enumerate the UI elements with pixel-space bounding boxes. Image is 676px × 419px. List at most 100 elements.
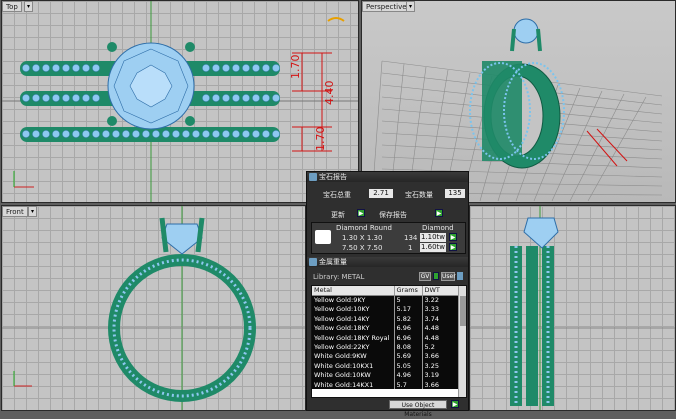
metal-row[interactable]: Yellow Gold:18KY 6.96 4.48 xyxy=(312,323,460,333)
metal-cell-dwt: 3.33 xyxy=(422,304,460,315)
accent-stone xyxy=(212,130,220,138)
gem-count-value: 135 xyxy=(445,189,465,198)
metal-table-scrollbar[interactable] xyxy=(458,286,466,397)
dim-1: 1.70 xyxy=(289,55,302,80)
diamond-icon xyxy=(315,230,331,244)
accent-stone xyxy=(252,94,260,102)
metal-row[interactable]: White Gold:10KW 4.96 3.19 xyxy=(312,370,460,380)
metal-row[interactable]: White Gold:14KX1 5.7 3.66 xyxy=(312,379,460,390)
accent-stone xyxy=(242,94,250,102)
diamond-size: 7.50 X 7.50 xyxy=(342,244,383,252)
metal-cell-dwt: 3.19 xyxy=(422,370,460,380)
viewport-label-top[interactable]: Top xyxy=(2,1,22,12)
metal-cell-grams: 5.17 xyxy=(394,304,423,315)
metal-cell-grams: 5.7 xyxy=(394,379,423,390)
chevron-down-icon[interactable]: ▾ xyxy=(24,1,33,12)
accent-stone xyxy=(82,130,90,138)
metal-cell-dwt: 4.48 xyxy=(422,323,460,333)
metal-icon xyxy=(309,258,317,266)
accent-stone xyxy=(52,94,60,102)
accent-stone xyxy=(222,64,230,72)
grams-col-header[interactable]: Grams xyxy=(394,286,423,296)
accent-stone xyxy=(122,130,130,138)
accent-stone xyxy=(22,94,30,102)
use-object-materials-go[interactable]: ▶ xyxy=(451,400,459,408)
gem-total-weight-value: 2.71 xyxy=(369,189,393,198)
prong xyxy=(107,116,117,126)
viewport-label-front[interactable]: Front xyxy=(2,206,28,217)
accent-stone xyxy=(92,64,100,72)
accent-stone xyxy=(32,130,40,138)
user-toggle[interactable] xyxy=(457,272,463,280)
accent-stone xyxy=(52,130,60,138)
accent-stone xyxy=(72,64,80,72)
accent-stone xyxy=(162,130,170,138)
gem-report-panel: 宝石报告 宝石总重 2.71 宝石数量 135 更新 ▶ 保存报告 ▶ Diam… xyxy=(306,171,469,418)
accent-stone xyxy=(92,130,100,138)
accent-stone xyxy=(192,130,200,138)
dwt-col-header[interactable]: DWT xyxy=(422,286,460,296)
diamond-weight: 1.10tw xyxy=(420,233,446,242)
metal-cell-grams: 5.05 xyxy=(394,361,423,371)
viewport-label-perspective[interactable]: Perspective xyxy=(362,1,411,12)
accent-stone xyxy=(262,130,270,138)
chevron-down-icon[interactable]: ▾ xyxy=(28,206,37,217)
gv-button[interactable]: GV xyxy=(419,272,431,281)
metal-cell-metal: White Gold:9KW xyxy=(312,351,395,362)
accent-stone xyxy=(32,94,40,102)
viewport-front[interactable]: Front ▾ xyxy=(1,205,306,411)
diamond-size: 1.30 X 1.30 xyxy=(342,234,383,242)
metal-cell-grams: 6.96 xyxy=(394,332,423,343)
metal-table: Metal Grams DWT Yellow Gold:9KY 5 3.22 Yell… xyxy=(311,285,467,398)
save-report-button[interactable]: ▶ xyxy=(435,209,443,217)
metal-row[interactable]: Yellow Gold:22KY 8.08 5.2 xyxy=(312,342,460,352)
chevron-down-icon[interactable]: ▾ xyxy=(406,1,415,12)
accent-stone xyxy=(62,130,70,138)
accent-stone xyxy=(112,130,120,138)
diamond-row-button[interactable]: ▶ xyxy=(449,233,457,241)
center-diamond-side xyxy=(523,217,559,249)
update-button[interactable]: ▶ xyxy=(357,209,365,217)
metal-cell-dwt: 3.25 xyxy=(422,361,460,371)
accent-stone xyxy=(92,94,100,102)
user-button[interactable]: User xyxy=(441,272,456,281)
accent-stone xyxy=(222,94,230,102)
metal-row[interactable]: Yellow Gold:9KY 5 3.22 xyxy=(312,295,460,305)
diamond-row-button[interactable]: ▶ xyxy=(449,243,457,251)
metal-cell-dwt: 5.2 xyxy=(422,342,460,352)
scrollbar-thumb[interactable] xyxy=(460,296,466,326)
prong xyxy=(185,42,195,52)
metal-cell-metal: Yellow Gold:18KY Royal xyxy=(312,332,395,343)
metal-row[interactable]: White Gold:9KW 5.69 3.66 xyxy=(312,351,460,362)
accent-stone xyxy=(72,130,80,138)
accent-stone xyxy=(212,64,220,72)
metal-row[interactable]: Yellow Gold:10KY 5.17 3.33 xyxy=(312,304,460,315)
accent-stone xyxy=(202,130,210,138)
report-icon xyxy=(309,173,317,181)
gv-toggle[interactable] xyxy=(433,272,439,280)
metal-cell-metal: Yellow Gold:14KY xyxy=(312,314,395,324)
accent-stone xyxy=(222,130,230,138)
metal-row[interactable]: Yellow Gold:18KY Royal 6.96 4.48 xyxy=(312,332,460,343)
metal-row[interactable]: White Gold:10KX1 5.05 3.25 xyxy=(312,361,460,371)
gem-total-weight-label: 宝石总重 xyxy=(323,191,351,199)
accent-stone xyxy=(272,130,280,138)
accent-stone xyxy=(272,94,280,102)
accent-stone xyxy=(102,130,110,138)
accent-stone xyxy=(242,64,250,72)
metal-cell-dwt: 3.66 xyxy=(422,351,460,362)
viewport-right[interactable] xyxy=(469,205,676,411)
accent-stone xyxy=(42,94,50,102)
accent-stone xyxy=(62,94,70,102)
accent-stone xyxy=(22,64,30,72)
metal-col-header[interactable]: Metal xyxy=(312,286,395,296)
save-report-label: 保存报告 xyxy=(379,211,407,219)
accent-stone xyxy=(182,130,190,138)
use-object-materials-button[interactable]: Use Object Materials xyxy=(389,400,447,418)
accent-stone xyxy=(232,130,240,138)
side-view-drawing xyxy=(470,206,675,410)
metal-cell-dwt: 3.74 xyxy=(422,314,460,324)
metal-cell-metal: White Gold:10KX1 xyxy=(312,361,395,371)
diamond-count: 134 xyxy=(404,234,418,242)
metal-row[interactable]: Yellow Gold:14KY 5.82 3.74 xyxy=(312,314,460,324)
